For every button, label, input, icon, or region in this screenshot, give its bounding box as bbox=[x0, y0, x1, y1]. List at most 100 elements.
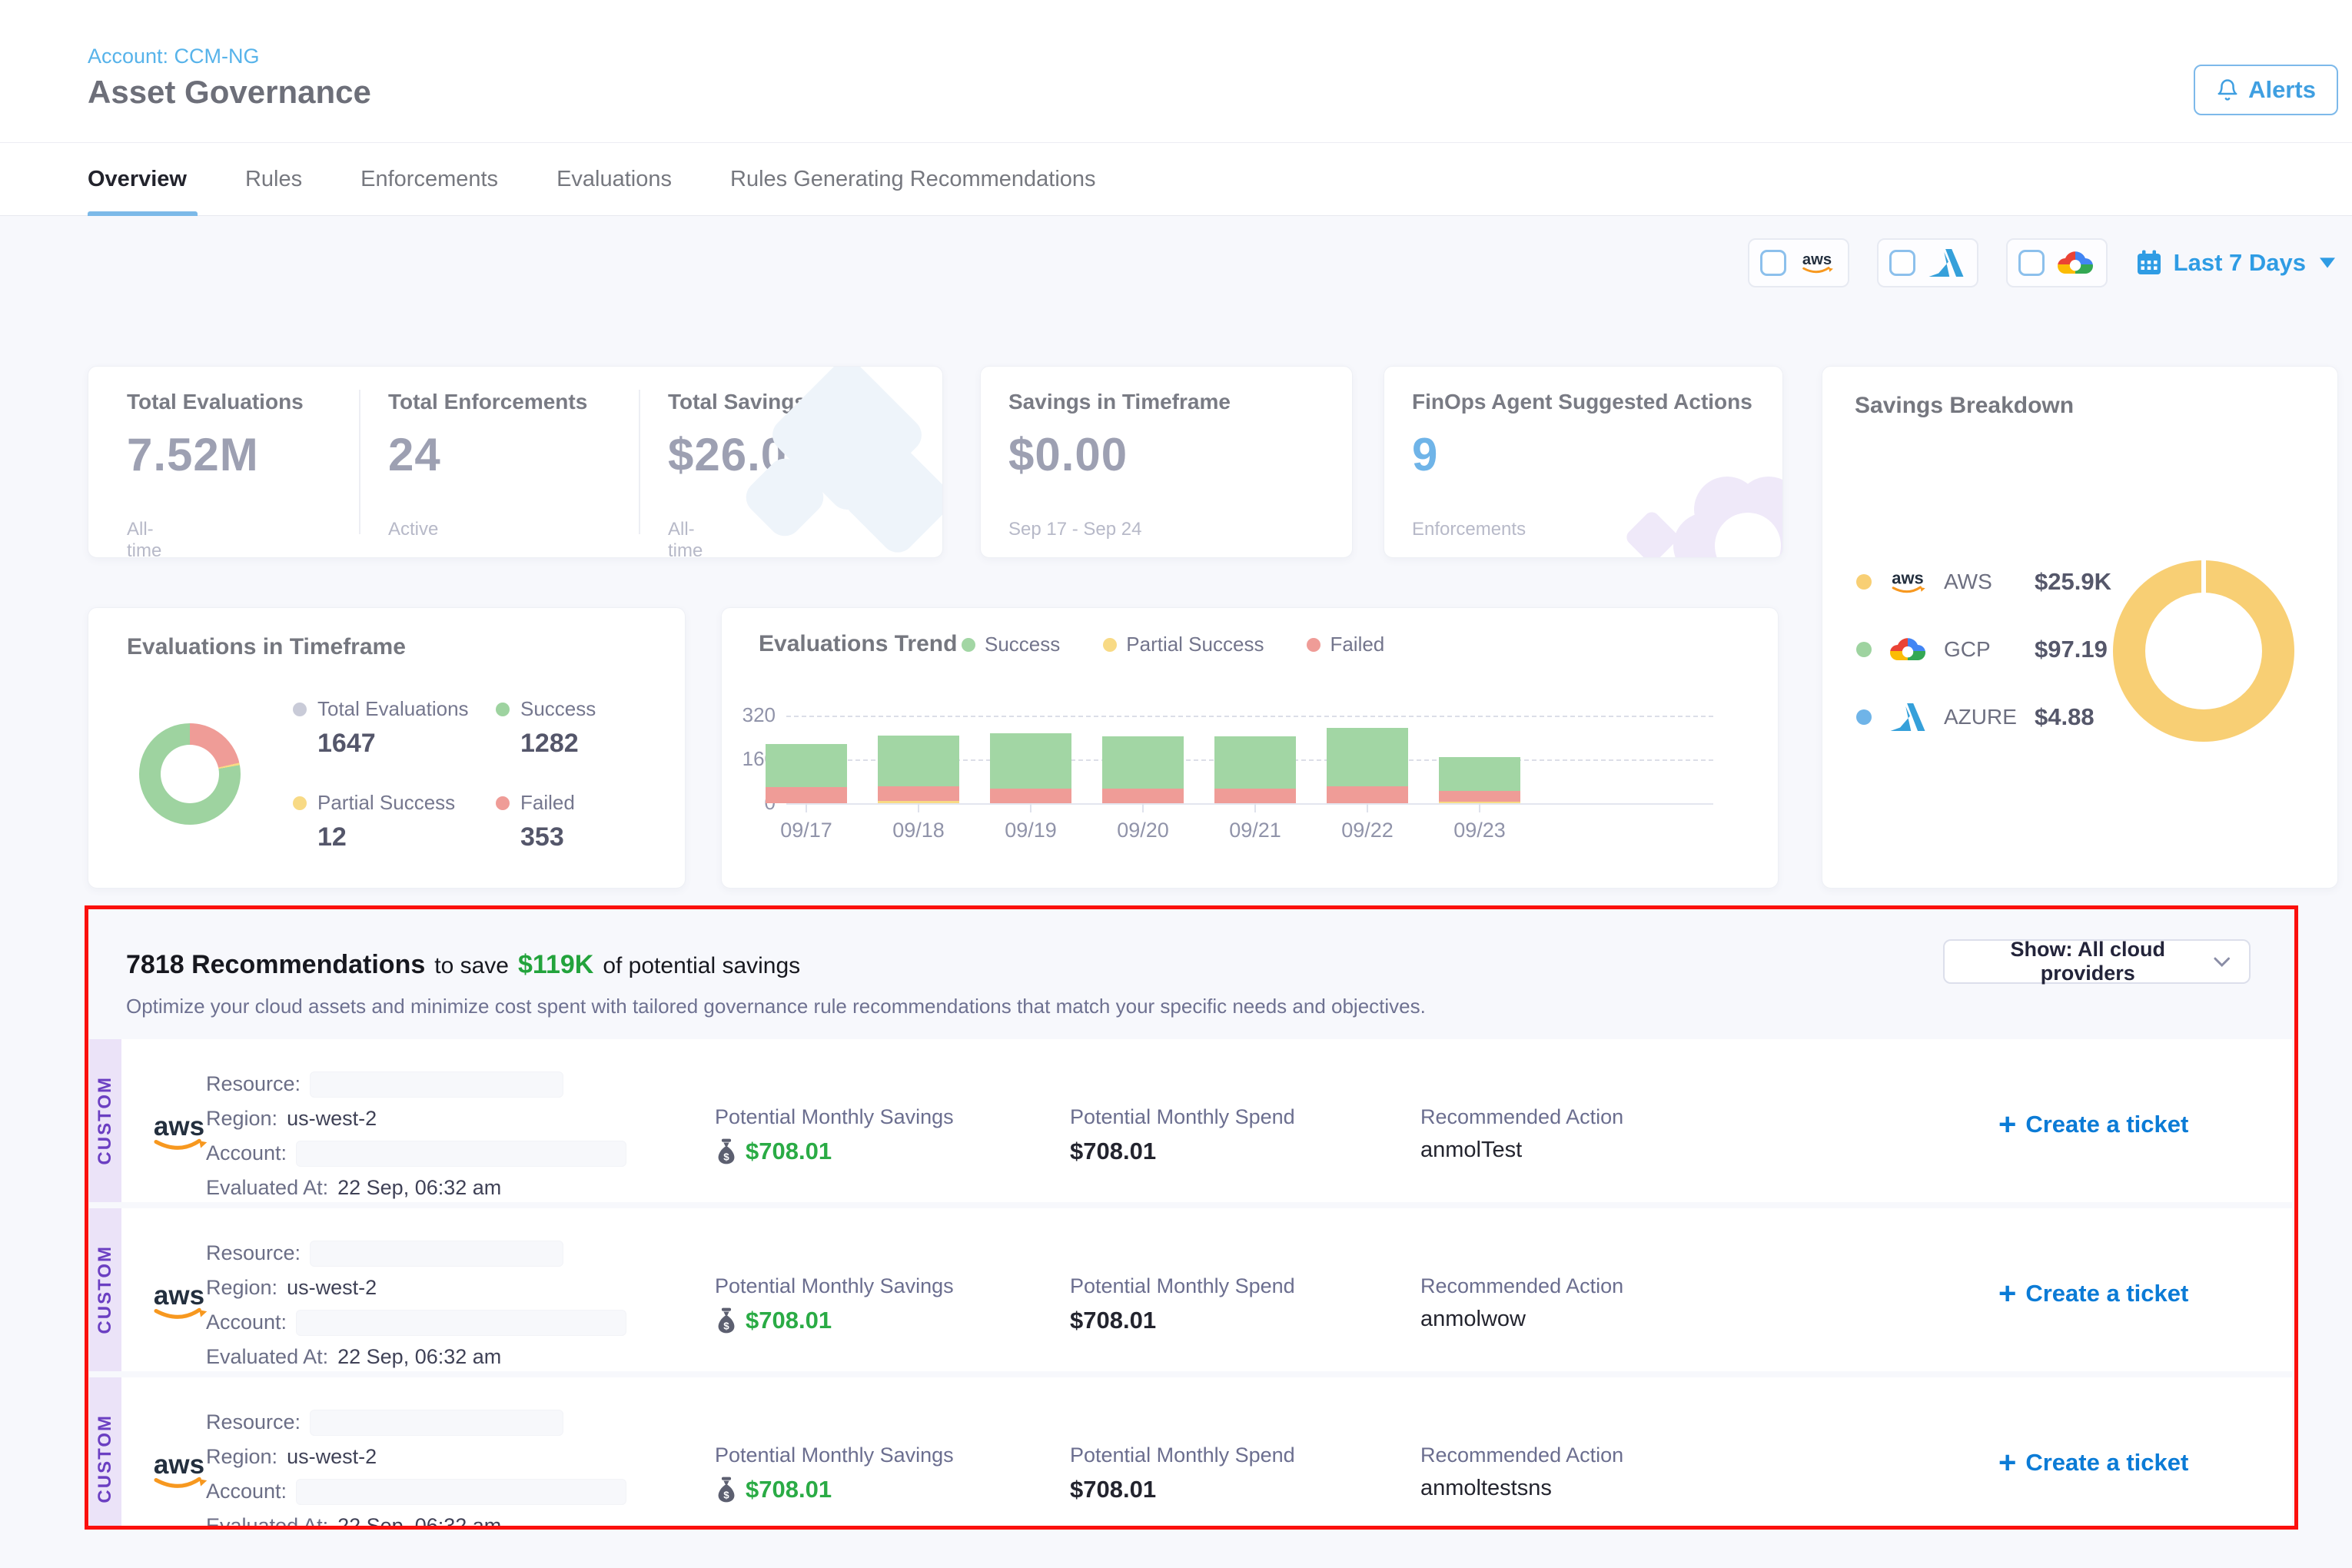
evaluated-at-label: Evaluated At: bbox=[206, 1345, 328, 1369]
legend-dot bbox=[1856, 642, 1872, 657]
evaluated-at-value: 22 Sep, 06:32 am bbox=[337, 1345, 501, 1369]
azure-logo-icon bbox=[1926, 249, 1966, 277]
card-title: Evaluations Trend bbox=[759, 631, 957, 657]
create-ticket-button[interactable]: + Create a ticket bbox=[1994, 1447, 2193, 1479]
azure-logo-icon bbox=[1885, 703, 1930, 731]
svg-text:aws: aws bbox=[154, 1450, 204, 1480]
resource-label: Resource: bbox=[206, 1072, 301, 1096]
trend-bar-chart: 016032009/1709/1809/1909/2009/2109/2209/… bbox=[786, 716, 1744, 803]
bar-segment-failed bbox=[766, 787, 847, 803]
svg-text:aws: aws bbox=[1892, 568, 1923, 587]
tab-evaluations[interactable]: Evaluations bbox=[546, 143, 683, 215]
cloud-provider-filter-dropdown[interactable]: Show: All cloud providers bbox=[1943, 939, 2251, 984]
aws-logo-icon: aws bbox=[1885, 568, 1930, 596]
custom-tag: CUSTOM bbox=[89, 1039, 121, 1202]
svg-text:$: $ bbox=[723, 1320, 729, 1331]
tab-enforcements[interactable]: Enforcements bbox=[350, 143, 509, 215]
legend-item-azure: AZURE$4.88 bbox=[1856, 696, 2095, 739]
money-bag-icon: $ bbox=[715, 1477, 738, 1503]
legend-label: Failed bbox=[520, 791, 575, 815]
legend-label: GCP bbox=[1944, 637, 2021, 662]
legend-value: 1647 bbox=[317, 729, 469, 759]
stat-value: 24 bbox=[388, 428, 441, 481]
stat-label: Total Enforcements bbox=[388, 390, 587, 414]
x-axis-tick-label: 09/22 bbox=[1311, 819, 1423, 842]
legend-label: Failed bbox=[1330, 633, 1384, 656]
dropdown-selected-value: Show: All cloud providers bbox=[1963, 938, 2213, 985]
top-bar: Account: CCM-NG Asset Governance Alerts bbox=[0, 0, 2352, 142]
account-label: Account: bbox=[206, 1141, 287, 1165]
legend-label: Partial Success bbox=[317, 791, 455, 815]
bar-segment-failed bbox=[990, 789, 1071, 803]
region-label: Region: bbox=[206, 1445, 277, 1469]
provider-chip-azure[interactable] bbox=[1877, 238, 1978, 287]
bar-09-22 bbox=[1327, 728, 1408, 803]
redacted-account-value bbox=[296, 1310, 626, 1336]
savings-value: $ $708.01 bbox=[715, 1307, 832, 1334]
bar-09-21 bbox=[1214, 736, 1296, 803]
tab-rules[interactable]: Rules bbox=[234, 143, 313, 215]
x-axis-tick bbox=[1367, 803, 1368, 812]
chevron-down-icon bbox=[2320, 257, 2335, 268]
stat-sublabel: All-time bbox=[127, 519, 161, 558]
svg-text:$: $ bbox=[723, 1489, 729, 1500]
tab-overview[interactable]: Overview bbox=[88, 143, 198, 215]
legend-dot bbox=[1307, 638, 1321, 652]
region-value: us-west-2 bbox=[287, 1445, 377, 1469]
savings-value: $ $708.01 bbox=[715, 1476, 832, 1503]
x-axis-tick-label: 09/21 bbox=[1199, 819, 1311, 842]
recommendations-subtitle: Optimize your cloud assets and minimize … bbox=[126, 995, 1426, 1018]
bar-09-23 bbox=[1439, 757, 1520, 803]
x-axis-tick bbox=[1254, 803, 1256, 812]
bar-segment-failed bbox=[878, 786, 959, 802]
legend-dot bbox=[496, 796, 510, 810]
provider-chip-gcp[interactable] bbox=[2006, 238, 2108, 287]
column-label: Potential Monthly Savings bbox=[715, 1105, 954, 1129]
date-range-filter[interactable]: Last 7 Days bbox=[2135, 249, 2335, 277]
tab-rules-generating-recommendations[interactable]: Rules Generating Recommendations bbox=[719, 143, 1107, 215]
bar-segment-success bbox=[766, 744, 847, 786]
checkbox-aws[interactable] bbox=[1760, 250, 1786, 276]
create-ticket-button[interactable]: + Create a ticket bbox=[1994, 1108, 2193, 1141]
region-label: Region: bbox=[206, 1276, 277, 1300]
x-axis-tick bbox=[1479, 803, 1480, 812]
stat-value: $0.00 bbox=[1008, 428, 1128, 481]
column-label: Potential Monthly Spend bbox=[1070, 1274, 1295, 1298]
svg-text:aws: aws bbox=[1802, 251, 1832, 268]
alerts-button[interactable]: Alerts bbox=[2194, 65, 2338, 115]
create-ticket-button[interactable]: + Create a ticket bbox=[1994, 1277, 2193, 1310]
checkbox-azure[interactable] bbox=[1889, 250, 1915, 276]
legend-item-partial-success: Partial Success12 bbox=[293, 791, 455, 852]
legend-dot bbox=[293, 796, 307, 810]
resource-details: Resource: Region:us-west-2 Account: Eval… bbox=[206, 1067, 626, 1205]
svg-text:aws: aws bbox=[154, 1111, 204, 1141]
provider-chip-aws[interactable]: aws bbox=[1748, 238, 1849, 287]
region-value: us-west-2 bbox=[287, 1276, 377, 1300]
checkbox-gcp[interactable] bbox=[2018, 250, 2045, 276]
legend-dot bbox=[1103, 638, 1117, 652]
savings-breakdown-card: Savings Breakdown awsAWS$25.9KGCP$97.19A… bbox=[1822, 366, 2338, 889]
spend-value: $708.01 bbox=[1070, 1476, 1156, 1503]
money-bag-icon: $ bbox=[715, 1138, 738, 1164]
savings-value: $ $708.01 bbox=[715, 1138, 832, 1165]
account-breadcrumb[interactable]: Account: CCM-NG bbox=[88, 45, 260, 68]
bar-segment-success bbox=[1214, 736, 1296, 789]
totals-stat-card: Total Evaluations7.52MAll-timeTotal Enfo… bbox=[88, 366, 943, 558]
stat-sublabel: Enforcements bbox=[1412, 519, 1526, 540]
plus-icon: + bbox=[1998, 1278, 2016, 1309]
svg-text:$: $ bbox=[723, 1151, 729, 1162]
bar-segment-success bbox=[1102, 736, 1184, 789]
legend-item-total-evaluations: Total Evaluations1647 bbox=[293, 697, 469, 759]
legend-item-failed: Failed bbox=[1307, 633, 1384, 656]
evaluations-trend-card: Evaluations Trend SuccessPartial Success… bbox=[721, 607, 1779, 889]
filter-bar: aws Last 7 Days bbox=[0, 217, 2352, 309]
recommendations-title: 7818 Recommendations to save $119K of po… bbox=[126, 950, 800, 980]
alerts-label: Alerts bbox=[2248, 76, 2316, 104]
stat-label: Total Savings bbox=[668, 390, 806, 414]
legend-value: $97.19 bbox=[2035, 636, 2108, 663]
column-label: Recommended Action bbox=[1420, 1443, 1623, 1467]
trend-legend: SuccessPartial SuccessFailed bbox=[962, 633, 1384, 656]
date-range-label: Last 7 Days bbox=[2174, 249, 2306, 277]
redacted-account-value bbox=[296, 1479, 626, 1505]
bar-segment-failed bbox=[1102, 789, 1184, 803]
